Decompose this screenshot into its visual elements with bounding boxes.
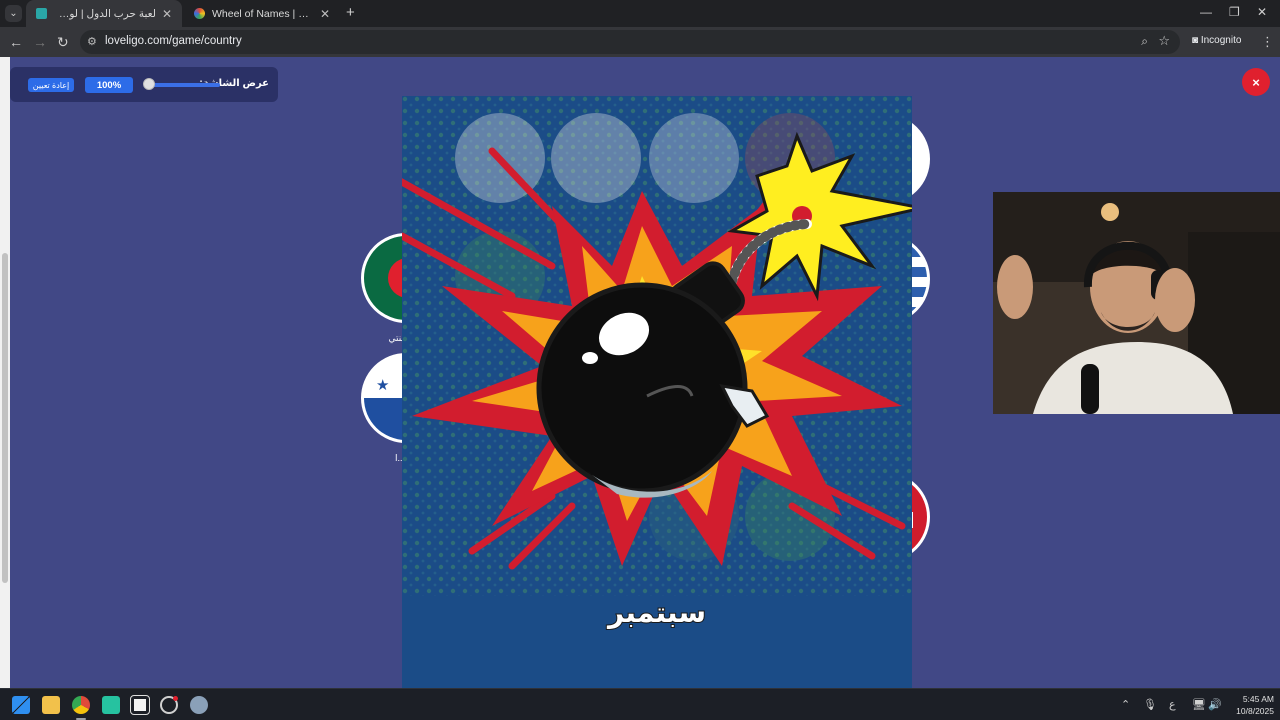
incognito-label: Incognito <box>1200 35 1242 46</box>
restore-icon[interactable]: ❐ <box>1229 5 1240 19</box>
browser-toolbar: ← → ↻ ⚙ loveligo.com/game/country ⌕ ☆ ◙ … <box>0 27 1280 57</box>
app-green-icon[interactable] <box>102 696 120 714</box>
new-tab-plus-icon[interactable]: + <box>346 5 355 21</box>
zoom-magnifier-icon[interactable]: ⌕ <box>1141 34 1148 49</box>
webcam-overlay <box>993 192 1280 414</box>
tab-active[interactable]: لعبة حرب الدول | لوف ليجو يوفر... ✕ <box>26 0 182 27</box>
back-arrow-icon[interactable]: ← <box>9 33 23 51</box>
tab-title: Wheel of Names | اسم العشوائي <box>212 7 314 20</box>
incognito-indicator[interactable]: ◙ Incognito <box>1192 35 1241 46</box>
bomb-reveal-card: سبتمبر <box>402 96 912 688</box>
url-text[interactable]: loveligo.com/game/country <box>105 35 242 47</box>
tab-inactive[interactable]: Wheel of Names | اسم العشوائي ✕ <box>184 0 340 27</box>
tab-title: لعبة حرب الدول | لوف ليجو يوفر... <box>54 7 156 20</box>
windows-start-icon[interactable] <box>12 696 30 714</box>
zoom-slider-track[interactable] <box>148 83 220 87</box>
tab-search-chevron-down-icon[interactable]: ⌄ <box>5 5 22 22</box>
site-info-tune-icon[interactable]: ⚙ <box>87 35 97 48</box>
scrollbar-thumb[interactable] <box>2 253 8 583</box>
bookmark-star-icon[interactable]: ☆ <box>1158 33 1170 49</box>
settings-icon[interactable] <box>190 696 208 714</box>
flag-star-icon: ★ <box>376 377 390 394</box>
game-page: عرض الشاشة: 100% إعادة تعيين × ...ينتي ★… <box>0 57 1280 688</box>
minimize-icon[interactable]: — <box>1200 5 1212 19</box>
tab-favicon-icon <box>36 8 47 19</box>
page-scrollbar[interactable] <box>0 57 10 688</box>
notification-badge <box>173 696 178 701</box>
tab-favicon-icon <box>194 8 205 19</box>
browser-menu-kebab-icon[interactable]: ⋮ <box>1261 34 1274 50</box>
screen-zoom-panel: عرض الشاشة: 100% إعادة تعيين <box>10 67 278 102</box>
close-game-button[interactable]: × <box>1242 68 1270 96</box>
forward-arrow-icon[interactable]: → <box>33 33 47 51</box>
network-icon[interactable]: 🖥 <box>1192 698 1206 711</box>
clock-time[interactable]: 5:45 AM <box>1230 694 1274 704</box>
month-label: سبتمبر <box>607 595 707 630</box>
zoom-percent-button[interactable]: 100% <box>85 77 133 93</box>
app-dark-icon[interactable] <box>130 695 150 715</box>
tab-strip: ⌄ لعبة حرب الدول | لوف ليجو يوفر... ✕ Wh… <box>0 0 1280 27</box>
close-window-icon[interactable]: ✕ <box>1257 5 1267 19</box>
microphone-icon[interactable]: 🎙 <box>1143 698 1157 711</box>
taskbar: ⌃ 🎙 ع 🖥 🔊 5:45 AM 10/8/2025 <box>0 688 1280 720</box>
keyboard-language-indicator[interactable]: ع <box>1169 698 1176 711</box>
reload-icon[interactable]: ↻ <box>57 33 69 51</box>
zoom-reset-button[interactable]: إعادة تعيين <box>28 78 74 92</box>
tab-close-icon[interactable]: ✕ <box>162 7 172 21</box>
tray-chevron-up-icon[interactable]: ⌃ <box>1121 698 1130 711</box>
chrome-icon[interactable] <box>72 696 90 714</box>
zoom-slider-thumb[interactable] <box>143 78 155 90</box>
tab-close-icon[interactable]: ✕ <box>320 7 330 21</box>
file-explorer-icon[interactable] <box>42 696 60 714</box>
clock-date[interactable]: 10/8/2025 <box>1222 706 1274 716</box>
streamer-webcam-image <box>993 192 1280 414</box>
address-bar[interactable]: ⚙ loveligo.com/game/country ⌕ ☆ <box>80 30 1180 54</box>
volume-icon[interactable]: 🔊 <box>1208 698 1222 711</box>
incognito-icon: ◙ <box>1192 35 1201 46</box>
